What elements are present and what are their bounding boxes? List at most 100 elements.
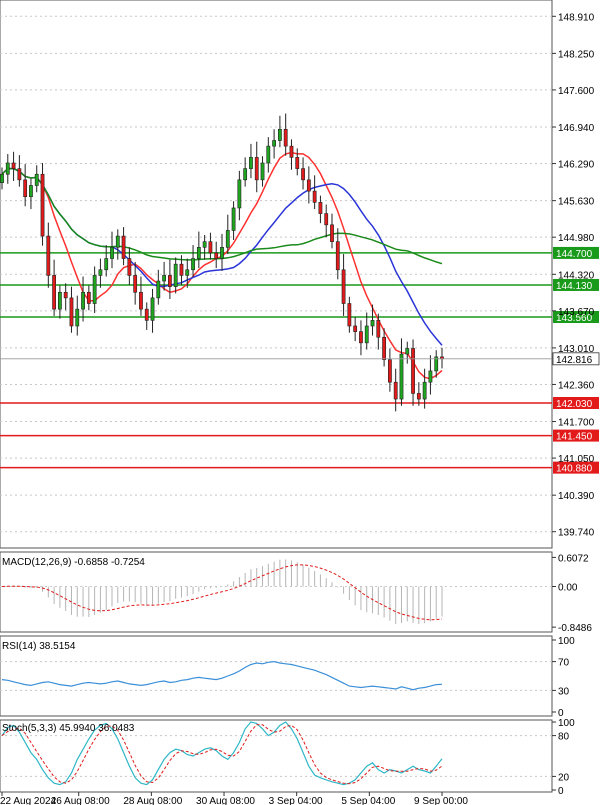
time-tick-label: 9 Sep 00:00 [414, 796, 468, 805]
candle-body [283, 128, 288, 147]
candle-body [324, 213, 329, 226]
candle-body [191, 258, 195, 271]
stoch-tick-label: 100 [558, 718, 575, 729]
candle-body [127, 258, 132, 276]
candle-body [318, 202, 323, 214]
rsi-tick-label: 100 [558, 636, 575, 647]
candle-body [289, 145, 294, 158]
candle-body [301, 168, 305, 181]
candle-body [34, 173, 39, 186]
candle-body [382, 336, 386, 361]
level-label: 144.130 [556, 281, 593, 292]
candle-body [92, 275, 97, 304]
candle-body [63, 291, 68, 299]
candle-body [150, 297, 155, 321]
price-tick-label: 142.360 [558, 380, 595, 391]
candle-body [335, 241, 340, 271]
time-tick-label: 22 Aug 2024 [0, 796, 57, 805]
candle-body [0, 173, 4, 183]
candle-body [52, 275, 56, 310]
candle-body [46, 235, 51, 276]
time-tick-label: 5 Sep 04:00 [341, 796, 395, 805]
price-tick-label: 145.630 [558, 197, 595, 208]
candle-body [243, 168, 248, 181]
candle-body [312, 190, 317, 203]
price-tick-label: 148.910 [558, 12, 595, 23]
candle-body [144, 308, 149, 321]
price-tick-label: 148.250 [558, 49, 595, 60]
macd-label: MACD(12,26,9) -0.6858 -0.7254 [2, 557, 145, 568]
candle-body [330, 224, 334, 242]
candle-body [411, 348, 415, 394]
candle-body [81, 291, 85, 310]
candle-body [208, 241, 213, 254]
candle-body [75, 308, 80, 327]
time-tick-label: 26 Aug 08:00 [51, 796, 110, 805]
price-tick-label: 140.390 [558, 491, 595, 502]
price-axis: 148.910 148.250 147.600 146.940 146.290 145.6… [552, 12, 595, 539]
candle-body [40, 173, 45, 237]
level-label: 144.700 [556, 249, 593, 260]
price-tick-label: 139.740 [558, 528, 595, 539]
candle-body [139, 291, 143, 310]
candle-body [168, 275, 172, 287]
candle-body [23, 179, 28, 198]
candle-body [393, 381, 398, 400]
candle-body [231, 207, 236, 231]
level-label: 142.030 [556, 399, 593, 410]
time-tick-label: 30 Aug 08:00 [196, 796, 255, 805]
candle-body [29, 185, 33, 198]
time-axis: 22 Aug 202426 Aug 08:00 28 Aug 08:00 30 Au… [0, 792, 468, 805]
candle-body [295, 157, 300, 169]
candle-body [249, 157, 253, 169]
candle-body [306, 179, 311, 192]
candle-body [156, 280, 161, 299]
time-tick-label: 3 Sep 04:00 [269, 796, 323, 805]
candle-body [214, 252, 219, 259]
candle-body [399, 353, 404, 400]
current-price-label: 142.816 [556, 355, 593, 366]
candle-body [416, 393, 421, 400]
candle-body [220, 247, 224, 259]
rsi-tick-label: 30 [558, 686, 570, 697]
candle-body [104, 258, 109, 271]
candle-body [173, 263, 178, 287]
candle-body [353, 325, 358, 332]
macd-tick-label: 0.6072 [558, 553, 589, 564]
candle-body [5, 162, 10, 175]
rsi-panel [0, 635, 553, 717]
candle-body [388, 359, 392, 383]
level-label: 140.880 [556, 464, 593, 475]
price-tick-label: 144.980 [558, 233, 595, 244]
candle-body [58, 291, 62, 310]
level-label: 141.450 [556, 432, 593, 443]
candle-body [341, 269, 346, 304]
price-tick-label: 146.290 [558, 160, 595, 171]
candle-body [225, 230, 230, 248]
chart-svg: 144.700144.130143.560142.030141.450140.8… [0, 0, 600, 805]
candle-body [110, 247, 114, 259]
candle-body [86, 291, 91, 304]
candle-body [364, 325, 369, 344]
price-tick-label: 141.050 [558, 454, 595, 465]
price-tick-label: 147.600 [558, 86, 595, 97]
candle-body [260, 162, 265, 181]
candle-body [272, 140, 276, 147]
candle-body [428, 370, 433, 383]
candle-body [11, 162, 16, 169]
stoch-tick-label: 0 [558, 786, 564, 797]
candle-body [202, 241, 207, 248]
candle-body [266, 145, 271, 164]
price-tick-label: 141.700 [558, 418, 595, 429]
candle-body [278, 128, 282, 141]
candle-body [98, 269, 103, 276]
candle-body [162, 275, 166, 282]
candle-body [121, 235, 126, 259]
stoch-label: Stoch(5,3,3) 45.9940 36.0483 [2, 723, 135, 734]
candle-body [370, 320, 375, 327]
candle-body [196, 247, 201, 259]
price-tick-label: 144.320 [558, 270, 595, 281]
candle-body [185, 269, 190, 276]
candle-body [347, 303, 352, 327]
stoch-tick-label: 80 [558, 732, 570, 743]
